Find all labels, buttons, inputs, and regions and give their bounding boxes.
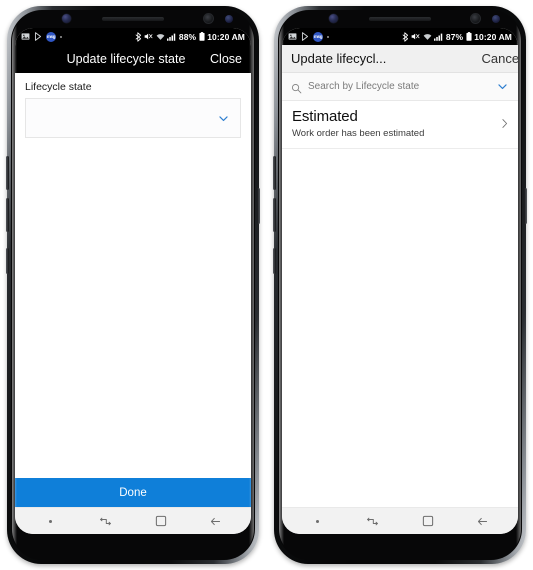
status-bar-system: 88% 10:20 AM [135,32,245,42]
app-badge-icon: msg [313,31,323,42]
list-empty-area [282,148,518,507]
front-camera-icon [329,14,338,23]
home-icon[interactable] [144,511,178,531]
wifi-icon [156,33,165,41]
earpiece-speaker-icon [102,17,164,21]
proximity-sensor-icon [492,15,500,23]
wifi-icon [423,33,432,41]
screenshot-stage: msg 88% 10:20 AM Update lifecycle state … [0,0,533,570]
search-icon [291,81,302,94]
signal-icon [434,33,443,41]
battery-icon [199,32,205,41]
overflow-dot-icon [60,35,62,38]
bluetooth-icon [402,31,409,42]
chevron-right-icon[interactable] [499,117,510,130]
back-icon[interactable] [466,511,500,531]
power-button[interactable] [257,188,260,224]
list-item-title: Estimated [292,108,358,125]
lifecycle-state-label: Lifecycle state [25,81,92,93]
bottom-bezel-hardware [7,540,259,564]
iris-sensor-icon [203,13,214,24]
front-camera-icon [62,14,71,23]
done-button[interactable]: Done [15,478,251,507]
recents-icon[interactable] [356,511,390,531]
search-bar[interactable]: Search by Lifecycle state [282,73,518,101]
close-button[interactable]: Close [210,52,242,66]
chevron-down-icon[interactable] [497,81,508,92]
back-icon[interactable] [199,511,233,531]
volume-down-button[interactable] [273,198,276,232]
top-bezel-hardware [274,6,526,28]
bottom-bezel-hardware [274,540,526,564]
volume-up-button[interactable] [6,156,9,190]
system-nav-bar [15,507,251,534]
phone-device-right: msg 87% 10:20 AM Update lifecycl... Canc… [273,6,527,564]
app-title-bar: Update lifecycle state Close [15,45,251,73]
top-bezel-hardware [7,6,259,28]
mute-icon [144,32,153,41]
battery-percent-label: 87% [445,31,464,42]
battery-percent-label: 88% [178,31,197,42]
battery-icon [466,32,472,41]
play-store-icon [301,32,309,41]
power-button[interactable] [524,188,527,224]
image-icon [21,32,30,41]
form-area: Lifecycle state [15,73,251,478]
bluetooth-icon [135,31,142,42]
cancel-button[interactable]: Cancel [482,51,518,66]
nav-dot-icon[interactable] [301,511,335,531]
assistant-button[interactable] [273,248,276,274]
status-bar: msg 88% 10:20 AM [15,28,251,45]
phone-screen-left: msg 88% 10:20 AM Update lifecycle state … [15,28,251,534]
app-badge-icon: msg [46,31,56,42]
lifecycle-state-list: Estimated Work order has been estimated [282,101,518,149]
home-icon[interactable] [411,511,445,531]
page-title: Update lifecycle state [66,52,186,66]
assistant-button[interactable] [6,248,9,274]
nav-dot-icon[interactable] [34,511,68,531]
list-item-text: Estimated Work order has been estimated [292,108,499,140]
list-item-subtitle: Work order has been estimated [292,128,425,140]
phone-screen-right: msg 87% 10:20 AM Update lifecycl... Canc… [282,28,518,534]
search-input[interactable]: Search by Lifecycle state [308,81,491,92]
play-store-icon [34,32,42,41]
signal-icon [167,33,176,41]
system-nav-bar [282,507,518,534]
overflow-dot-icon [327,35,329,38]
clock-label: 10:20 AM [207,31,245,42]
lifecycle-state-select[interactable] [25,98,241,138]
volume-down-button[interactable] [6,198,9,232]
status-bar: msg 87% 10:20 AM [282,28,518,45]
chevron-down-icon[interactable] [218,113,229,124]
mute-icon [411,32,420,41]
earpiece-speaker-icon [369,17,431,21]
status-bar-notifications: msg [21,31,62,42]
phone-device-left: msg 88% 10:20 AM Update lifecycle state … [6,6,260,564]
status-bar-notifications: msg [288,31,329,42]
recents-icon[interactable] [89,511,123,531]
image-icon [288,32,297,41]
volume-up-button[interactable] [273,156,276,190]
list-item[interactable]: Estimated Work order has been estimated [282,101,518,149]
iris-sensor-icon [470,13,481,24]
status-bar-system: 87% 10:20 AM [402,32,512,42]
app-title-bar: Update lifecycl... Cancel [282,45,518,73]
clock-label: 10:20 AM [474,31,512,42]
proximity-sensor-icon [225,15,233,23]
page-title: Update lifecycl... [291,51,387,66]
